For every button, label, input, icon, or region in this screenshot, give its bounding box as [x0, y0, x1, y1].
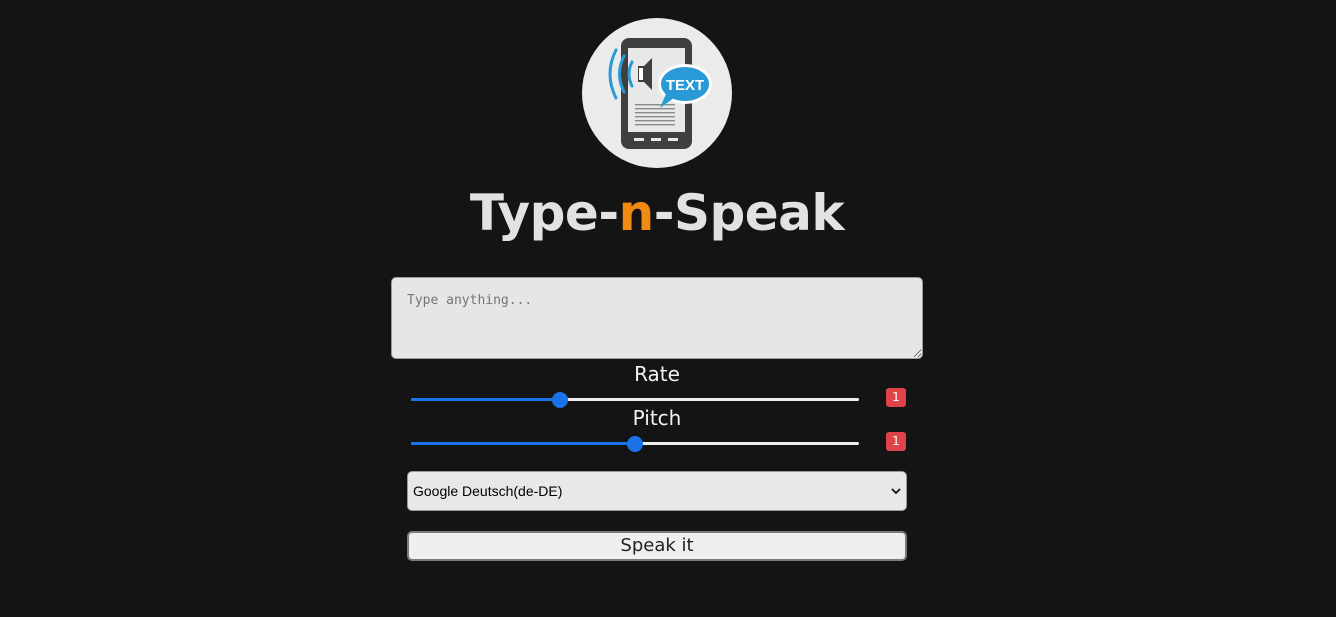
title-part-1: Type- — [469, 184, 619, 242]
logo-text: TEXT — [666, 77, 704, 94]
page-title: Type-n-Speak — [0, 182, 1314, 244]
chevron-down-icon — [891, 488, 901, 495]
pitch-value-badge: 1 — [886, 432, 906, 451]
phone-speaker-text-icon: TEXT — [608, 38, 712, 149]
logo: TEXT — [582, 18, 732, 168]
title-accent: n — [618, 184, 655, 242]
pitch-slider-fill — [411, 442, 635, 445]
pitch-slider-thumb[interactable] — [627, 436, 643, 452]
app-page: TEXT Type-n-Speak Rate 1 Pitch 1 Google … — [0, 0, 1336, 617]
voice-select[interactable]: Google Deutsch(de-DE) — [407, 471, 907, 511]
rate-label: Rate — [634, 362, 680, 386]
title-part-2: -Speak — [653, 184, 845, 242]
rate-slider-fill — [411, 398, 561, 401]
pitch-slider[interactable] — [411, 436, 859, 452]
rate-value-badge: 1 — [886, 388, 906, 407]
voice-select-value: Google Deutsch(de-DE) — [413, 483, 563, 499]
speak-button[interactable]: Speak it — [407, 531, 907, 561]
text-input[interactable] — [391, 277, 923, 359]
pitch-label: Pitch — [632, 406, 682, 430]
